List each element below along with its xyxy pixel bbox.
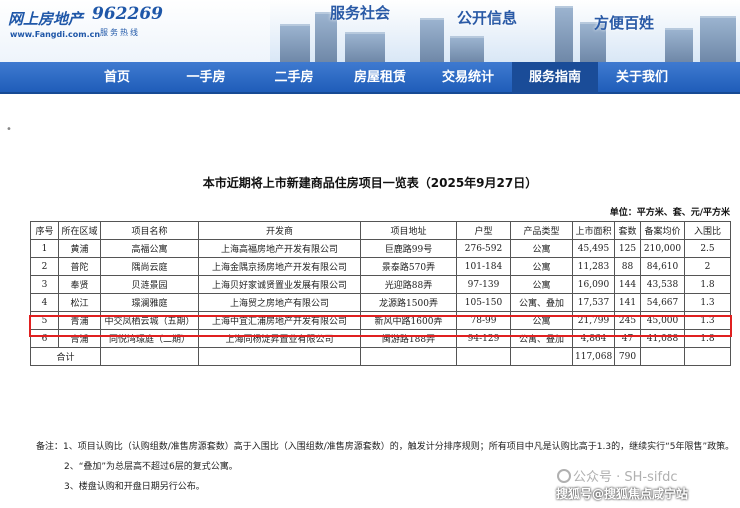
table-cell: 276-592 <box>456 239 511 258</box>
table-cell: 210,000 <box>640 239 685 258</box>
table-cell: 105-150 <box>456 293 511 312</box>
table-cell: 黄浦 <box>58 239 101 258</box>
table-cell: 公寓 <box>510 239 573 258</box>
site-banner: 网上房地产 www.Fangdi.com.cn 962269 服务热线 服务社会… <box>0 0 740 62</box>
table-cell: 龙源路1500弄 <box>360 293 457 312</box>
col-header: 项目名称 <box>100 221 199 240</box>
table-cell: 景泰路570弄 <box>360 257 457 276</box>
table-cell: 97-139 <box>456 275 511 294</box>
nav-new-homes[interactable]: 一手房 <box>170 62 242 94</box>
table-cell: 2 <box>30 257 59 276</box>
total-units: 790 <box>614 347 641 366</box>
bullet-mark: • <box>6 124 12 135</box>
table-row: 1 黄浦 高福公寓 上海高福房地产开发有限公司 巨鹿路99号 276-592 公寓 45,49… <box>30 239 731 258</box>
table-cell: 2.5 <box>684 239 731 258</box>
logo-url: www.Fangdi.com.cn <box>10 30 101 39</box>
table-header-row: 序号 所在区域 项目名称 开发商 项目地址 户型 产品类型 上市面积 套数 备案… <box>30 221 731 240</box>
col-header: 上市面积 <box>572 221 615 240</box>
table-cell: 54,667 <box>640 293 685 312</box>
table-cell: 43,538 <box>640 275 685 294</box>
table-cell: 16,090 <box>572 275 615 294</box>
document-title: 本市近期将上市新建商品住房项目一览表（2025年9月27日） <box>202 176 538 190</box>
unit-note: 单位：平方米、套、元/平方米 <box>609 208 730 218</box>
nav-rental[interactable]: 房屋租赁 <box>340 62 420 94</box>
table-cell: 4 <box>30 293 59 312</box>
wechat-icon <box>557 469 571 483</box>
col-header: 备案均价 <box>640 221 685 240</box>
table-cell: 公寓、叠加 <box>510 293 573 312</box>
table-cell: 45,495 <box>572 239 615 258</box>
page: 网上房地产 www.Fangdi.com.cn 962269 服务热线 服务社会… <box>0 0 740 508</box>
table-cell: 公寓 <box>510 257 573 276</box>
col-header: 序号 <box>30 221 59 240</box>
nav-statistics[interactable]: 交易统计 <box>428 62 508 94</box>
listing-table: 序号 所在区域 项目名称 开发商 项目地址 户型 产品类型 上市面积 套数 备案… <box>30 221 731 366</box>
slogan-2: 公开信息 <box>457 9 518 27</box>
logo-text: 网上房地产 <box>8 10 84 28</box>
note-1: 备注：1、项目认购比（认购组数/准售房源套数）高于入围比（入围组数/准售房源套数… <box>36 442 735 452</box>
table-cell: 144 <box>614 275 641 294</box>
col-header: 入围比 <box>684 221 731 240</box>
table-cell: 上海高福房地产开发有限公司 <box>198 239 361 258</box>
table-cell: 松江 <box>58 293 101 312</box>
watermark-text: 公众号 · SH-sifdc <box>573 470 678 485</box>
table-cell: 上海贝好家诚贤置业发展有限公司 <box>198 275 361 294</box>
table-cell: 11,283 <box>572 257 615 276</box>
table-cell: 125 <box>614 239 641 258</box>
table-cell: 上海贸之房地产有限公司 <box>198 293 361 312</box>
table-cell: 高福公寓 <box>100 239 199 258</box>
nav-resale[interactable]: 二手房 <box>258 62 330 94</box>
slogan-3: 方便百姓 <box>594 14 655 32</box>
col-header: 套数 <box>614 221 641 240</box>
table-cell: 84,610 <box>640 257 685 276</box>
table-cell: 101-184 <box>456 257 511 276</box>
table-cell: 奉贤 <box>58 275 101 294</box>
hotline-number: 962269 <box>92 4 163 24</box>
col-header: 所在区域 <box>58 221 101 240</box>
table-row: 2 普陀 隅尚云庭 上海金隅京扬房地产开发有限公司 景泰路570弄 101-184 公寓 11… <box>30 257 731 276</box>
watermark-sohu: 搜狐号@搜狐焦点咸宁站 <box>556 487 689 501</box>
slogan-1: 服务社会 <box>330 4 391 22</box>
table-cell: 3 <box>30 275 59 294</box>
col-header: 开发商 <box>198 221 361 240</box>
hotline-label: 服务热线 <box>100 28 140 37</box>
col-header: 项目地址 <box>360 221 457 240</box>
table-cell: 璟澜雅庭 <box>100 293 199 312</box>
table-cell: 17,537 <box>572 293 615 312</box>
watermark-wechat: 公众号 · SH-sifdc <box>557 466 677 485</box>
total-label: 合计 <box>30 347 101 366</box>
table-cell: 公寓 <box>510 275 573 294</box>
table-cell: 141 <box>614 293 641 312</box>
nav-service-guide[interactable]: 服务指南 <box>512 62 598 94</box>
table-cell: 光迎路88弄 <box>360 275 457 294</box>
table-row: 4 松江 璟澜雅庭 上海贸之房地产有限公司 龙源路1500弄 105-150 公寓、叠加 17… <box>30 293 731 312</box>
table-cell: 巨鹿路99号 <box>360 239 457 258</box>
total-area: 117,068 <box>572 347 615 366</box>
table-cell: 88 <box>614 257 641 276</box>
nav-home[interactable]: 首页 <box>84 62 150 94</box>
col-header: 户型 <box>456 221 511 240</box>
table-cell: 贝涟景园 <box>100 275 199 294</box>
table-cell: 2 <box>684 257 731 276</box>
table-cell: 上海金隅京扬房地产开发有限公司 <box>198 257 361 276</box>
table-cell: 隅尚云庭 <box>100 257 199 276</box>
table-cell: 1.3 <box>684 293 731 312</box>
table-cell: 1 <box>30 239 59 258</box>
highlight-box <box>29 315 732 337</box>
table-cell: 普陀 <box>58 257 101 276</box>
table-cell: 1.8 <box>684 275 731 294</box>
table-row: 3 奉贤 贝涟景园 上海贝好家诚贤置业发展有限公司 光迎路88弄 97-139 公寓 16,0… <box>30 275 731 294</box>
main-nav: 首页 一手房 二手房 房屋租赁 交易统计 服务指南 关于我们 <box>0 62 740 94</box>
nav-about[interactable]: 关于我们 <box>604 62 680 94</box>
col-header: 产品类型 <box>510 221 573 240</box>
table-total-row: 合计 117,068 790 <box>30 347 731 366</box>
